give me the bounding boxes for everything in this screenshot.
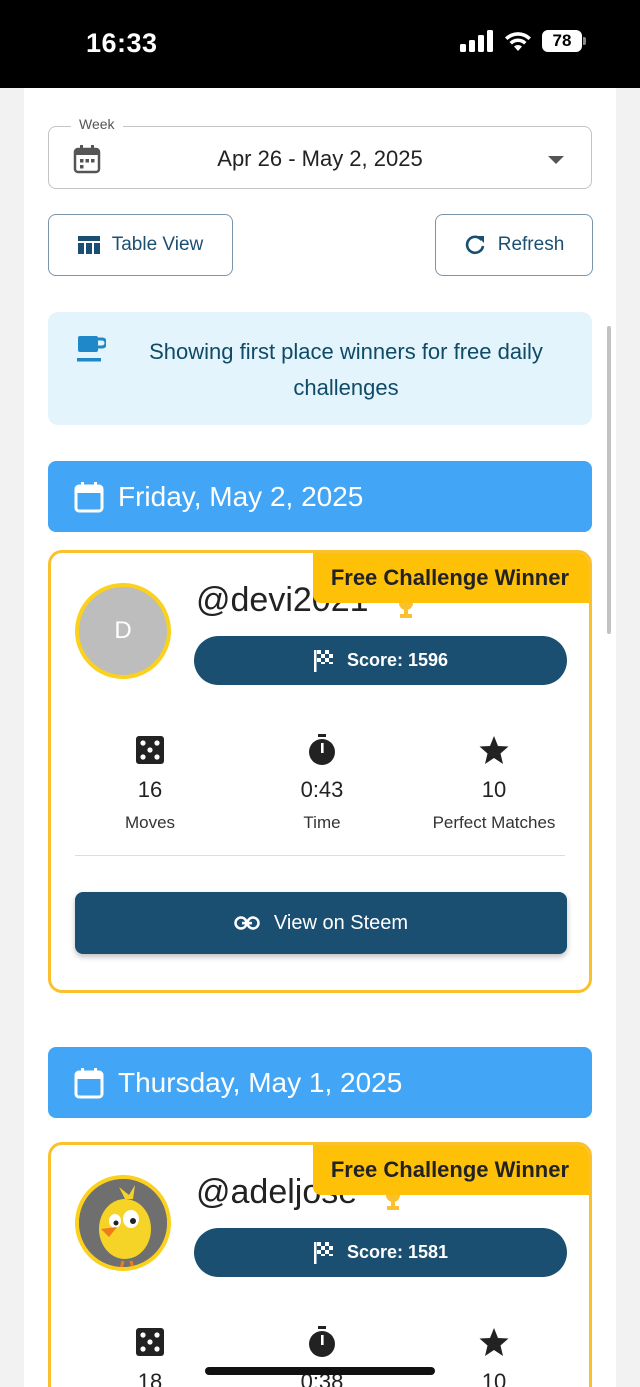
view-on-steem-label: View on Steem xyxy=(273,911,409,934)
status-bar: 16:33 78 xyxy=(0,0,640,88)
star-icon xyxy=(479,736,509,764)
score-text: Score: 1596 xyxy=(346,650,449,670)
stopwatch-icon xyxy=(309,1326,335,1357)
week-select[interactable]: Week Apr 26 - May 2, 2025 xyxy=(48,116,592,189)
table-icon xyxy=(77,236,100,254)
avatar[interactable]: D xyxy=(75,583,171,679)
star-icon xyxy=(479,1328,509,1356)
stat-moves: 16 Moves xyxy=(70,733,230,833)
avatar[interactable] xyxy=(75,1175,171,1271)
refresh-icon xyxy=(465,235,485,255)
stopwatch-icon xyxy=(309,734,335,765)
stat-value: 10 xyxy=(481,777,507,802)
stat-label: Moves xyxy=(124,813,176,832)
status-icons: 78 xyxy=(460,30,586,52)
score-chip: Score: 1596 xyxy=(194,636,567,685)
score-chip: Score: 1581 xyxy=(194,1228,567,1277)
winner-badge: Free Challenge Winner xyxy=(312,1145,589,1195)
stat-label: Time xyxy=(303,813,341,832)
week-value: Apr 26 - May 2, 2025 xyxy=(217,146,423,171)
stat-value: 16 xyxy=(137,777,163,802)
view-on-steem-button[interactable]: View on Steem xyxy=(75,892,567,954)
calendar-icon xyxy=(74,1067,104,1098)
bird-avatar-image xyxy=(79,1179,167,1267)
day-date: Thursday, May 1, 2025 xyxy=(118,1066,403,1098)
refresh-button[interactable]: Refresh xyxy=(435,214,593,276)
table-view-label: Table View xyxy=(111,234,204,255)
stat-label: Perfect Matches xyxy=(432,813,556,832)
checkered-flag-icon xyxy=(313,1241,333,1264)
calendar-icon xyxy=(74,481,104,512)
signal-icon xyxy=(460,30,493,52)
dice-icon xyxy=(136,736,164,764)
week-label: Week xyxy=(71,116,123,132)
coffee-icon xyxy=(77,336,106,362)
dice-icon xyxy=(136,1328,164,1356)
refresh-label: Refresh xyxy=(497,234,565,255)
stat-moves: 18 xyxy=(70,1325,230,1387)
link-icon xyxy=(234,916,260,930)
wifi-icon xyxy=(505,32,531,51)
day-header: Friday, May 2, 2025 xyxy=(48,461,592,532)
stat-value: 0:43 xyxy=(300,777,344,802)
table-view-button[interactable]: Table View xyxy=(48,214,233,276)
stat-perfect-matches: 10 Perfect Matches xyxy=(414,733,574,833)
scrollbar[interactable] xyxy=(607,326,611,634)
info-alert: Showing first place winners for free dai… xyxy=(48,312,592,425)
divider xyxy=(75,855,565,856)
battery-level: 78 xyxy=(542,30,582,52)
stat-time: 0:43 Time xyxy=(242,733,402,833)
chevron-down-icon[interactable] xyxy=(548,156,564,164)
info-text: Showing first place winners for free dai… xyxy=(149,339,543,400)
stat-perfect-matches: 10 xyxy=(414,1325,574,1387)
status-time: 16:33 xyxy=(86,28,158,58)
winner-card: @adeljose Free Challenge Winner Score: 1… xyxy=(48,1142,592,1387)
winner-badge: Free Challenge Winner xyxy=(312,553,589,603)
battery-icon: 78 xyxy=(542,30,586,52)
stat-value: 10 xyxy=(481,1369,507,1387)
score-text: Score: 1581 xyxy=(346,1242,449,1262)
main-content[interactable]: Week Apr 26 - May 2, 2025 Table View Ref… xyxy=(24,88,616,1387)
avatar-letter: D xyxy=(114,617,132,644)
day-header: Thursday, May 1, 2025 xyxy=(48,1047,592,1118)
home-indicator[interactable] xyxy=(205,1367,435,1375)
checkered-flag-icon xyxy=(313,649,333,672)
stat-time: 0:38 xyxy=(242,1325,402,1387)
day-date: Friday, May 2, 2025 xyxy=(118,480,364,512)
winner-card: D @devi2021 Free Challenge Winner Score:… xyxy=(48,550,592,993)
